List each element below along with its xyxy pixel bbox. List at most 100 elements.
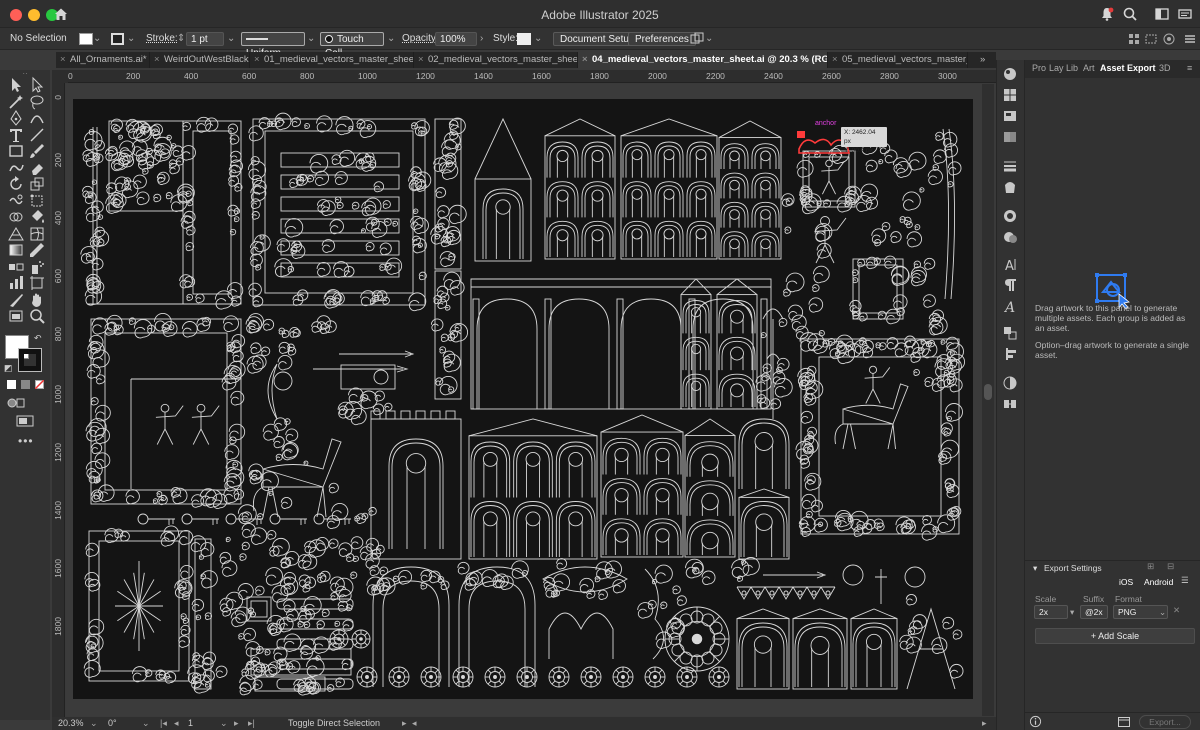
arrange-documents-icon[interactable] (690, 32, 704, 46)
draw-mode-icon[interactable] (7, 396, 25, 413)
vertical-ruler[interactable]: 0 200 400 600 800 1000 1200 1400 1600 1800 (52, 83, 65, 717)
stroke-stepper-icon[interactable]: ⇕ (177, 32, 185, 46)
close-tab-icon[interactable]: × (832, 52, 838, 68)
preferences-button[interactable]: Preferences (628, 32, 696, 46)
scroll-thumb[interactable] (984, 384, 992, 400)
artboard-dropdown-icon[interactable]: ⌄ (220, 718, 228, 729)
tracery-panels[interactable] (680, 278, 758, 410)
gothic-spire[interactable] (474, 117, 532, 262)
sword-fighters-panel[interactable] (85, 313, 246, 509)
tabs-overflow-icon[interactable]: » (980, 54, 985, 65)
magic-wand-tool-icon[interactable] (7, 93, 25, 111)
zoom-tool-icon[interactable] (28, 307, 46, 325)
stroke-weight-dropdown-icon[interactable]: ⌄ (227, 32, 235, 46)
lasso-tool-icon[interactable] (28, 93, 46, 111)
rotate-tool-icon[interactable] (7, 175, 25, 193)
zoom-level[interactable]: 20.3% (58, 718, 84, 728)
character-panel-icon[interactable]: A (1002, 256, 1018, 274)
appearance-panel-icon[interactable] (1002, 208, 1018, 224)
gradient-tool-icon[interactable] (7, 241, 25, 259)
canvas[interactable]: anchor X: 2462.04 px Y: 90.4 px (66, 84, 982, 716)
launch-export-dialog-icon[interactable] (1117, 715, 1131, 730)
opentype-panel-icon[interactable]: A (1002, 298, 1018, 316)
toggle-screen-mode-icon[interactable] (7, 307, 25, 325)
next-artboard-icon[interactable]: ▸ (234, 718, 239, 729)
warp-tool-icon[interactable] (7, 192, 25, 210)
swatches-panel-icon[interactable] (1002, 87, 1018, 103)
panel-menu-icon[interactable]: ≡ (1187, 63, 1192, 73)
weapons-and-beasts[interactable] (237, 313, 415, 545)
recolor-icon[interactable] (1162, 32, 1176, 46)
shaper-tool-icon[interactable] (7, 159, 25, 177)
color-panel-icon[interactable] (1002, 66, 1018, 82)
tab-3d[interactable]: 3D (1159, 63, 1171, 73)
symbols-panel-icon[interactable] (1002, 179, 1018, 195)
type-tool-icon[interactable] (7, 126, 25, 144)
graphic-styles-panel-icon[interactable] (1002, 229, 1018, 245)
paintbrush-tool-icon[interactable] (28, 142, 46, 160)
heraldic-figures[interactable] (781, 128, 962, 392)
horizontal-ruler[interactable]: 0 200 400 600 800 1000 1200 1400 1600 1800 2000 220… (68, 70, 1005, 83)
add-scale-button[interactable]: + Add Scale (1035, 628, 1195, 644)
rose-window[interactable] (664, 606, 730, 672)
ruler-origin[interactable] (52, 70, 68, 83)
cathedral-facade[interactable] (544, 118, 616, 260)
roundels-row[interactable] (356, 666, 730, 688)
tab-libraries[interactable]: Lib (1066, 63, 1078, 73)
artboard-number[interactable]: 1 (188, 718, 193, 728)
ornament-letter-panel[interactable] (80, 116, 244, 310)
tab-layers[interactable]: Lay (1049, 63, 1064, 73)
rotate-dropdown-icon[interactable]: ⌄ (142, 718, 150, 729)
scale-select[interactable]: 2x (1034, 605, 1068, 619)
eyedropper-tool-icon[interactable] (28, 241, 46, 259)
variable-width-profile[interactable]: Uniform (241, 32, 305, 59)
brushes-panel-icon[interactable] (1002, 108, 1018, 124)
selection-tool-icon[interactable] (7, 76, 25, 94)
opacity-label[interactable]: Opacity: (402, 32, 439, 46)
document-tab-active[interactable]: × 04_medieval_vectors_master_sheet.ai @ 2… (578, 52, 828, 68)
bottom-ornament-strip[interactable] (244, 646, 352, 696)
scroll-right-icon[interactable]: ▸ (982, 718, 987, 729)
status-menu-icon[interactable]: ▸ (402, 718, 407, 729)
profile-dropdown-icon[interactable]: ⌄ (307, 32, 315, 46)
lace-trim[interactable] (736, 586, 836, 600)
document-tab[interactable]: × 02_medieval_vectors_master_sheet.ai (414, 52, 578, 68)
suffix-input[interactable]: @2x (1080, 605, 1108, 619)
paragraph-panel-icon[interactable] (1002, 277, 1018, 293)
style-dropdown-icon[interactable]: ⌄ (534, 32, 542, 46)
symbol-sprayer-tool-icon[interactable] (28, 258, 46, 276)
document-tab[interactable]: × WeirdOutWestBlack.ai (150, 52, 250, 68)
fill-swatch[interactable] (79, 33, 93, 45)
close-tab-icon[interactable]: × (254, 52, 260, 68)
rotate-view-value[interactable]: 0° (108, 718, 117, 728)
opacity-input[interactable]: 100% (435, 32, 477, 46)
collapse-triangle-icon[interactable]: ▾ (1033, 563, 1037, 574)
stroke-panel-icon[interactable] (1002, 158, 1018, 174)
stroke-label[interactable]: Stroke: (146, 32, 178, 46)
android-preset[interactable]: Android (1144, 577, 1173, 587)
cathedral-portal[interactable] (600, 414, 684, 558)
remove-scale-icon[interactable]: ✕ (1173, 605, 1180, 616)
line-segment-tool-icon[interactable] (28, 126, 46, 144)
shape-builder-tool-icon[interactable] (7, 208, 25, 226)
artboard[interactable]: anchor X: 2462.04 px Y: 90.4 px (73, 99, 973, 699)
cathedral-tower[interactable] (718, 120, 782, 260)
document-tab[interactable]: × 01_medieval_vectors_master_sheet.ai (250, 52, 414, 68)
tab-artboards[interactable]: Art (1083, 63, 1095, 73)
blend-tool-icon[interactable] (7, 258, 25, 276)
previous-artboard-icon[interactable]: ◂ (174, 718, 179, 729)
first-artboard-icon[interactable]: |◂ (160, 718, 167, 729)
align-icon[interactable] (1127, 32, 1141, 46)
vertical-scrollbar[interactable] (982, 84, 994, 716)
free-transform-tool-icon[interactable] (28, 192, 46, 210)
pen-tool-icon[interactable] (7, 109, 25, 127)
gothic-windows-row[interactable] (736, 608, 898, 690)
eraser-tool-icon[interactable] (28, 159, 46, 177)
none-mode-icon[interactable] (35, 380, 44, 389)
artwork-layer[interactable] (73, 99, 973, 699)
ios-preset[interactable]: iOS (1119, 577, 1133, 587)
stroke-chevron-icon[interactable]: ⌄ (127, 32, 135, 46)
transform-icon[interactable] (1144, 32, 1158, 46)
close-tab-icon[interactable]: × (582, 52, 588, 68)
format-dropdown-icon[interactable]: ⌄ (1159, 607, 1166, 618)
